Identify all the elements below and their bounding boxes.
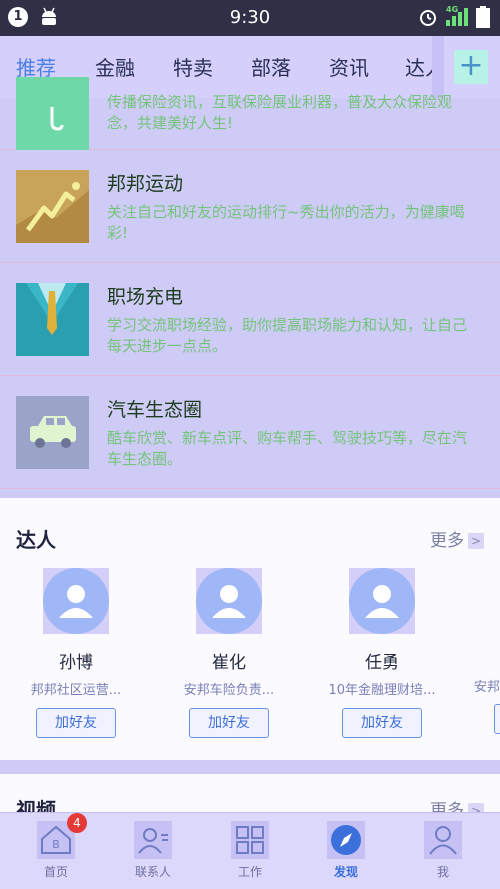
umbrella-icon xyxy=(16,77,89,150)
item-desc: 学习交流职场经验，助你提高职场能力和认知，让自己每天进步一点点。 xyxy=(107,316,468,355)
section-title: 视频 xyxy=(16,798,56,814)
running-icon xyxy=(16,170,89,243)
expert-role: 10年金融理财培... xyxy=(328,683,436,698)
grid-icon xyxy=(231,821,269,859)
list-item-insurance[interactable]: 传播保险资讯，互联保险展业利器，普及大众保险观念，共建美好人生! xyxy=(0,77,500,150)
nav-label: 发现 xyxy=(333,865,358,879)
notification-badge: 4 xyxy=(67,813,87,833)
expert-name: 任勇 xyxy=(365,653,399,673)
tab-tribe[interactable]: 部落 xyxy=(251,52,291,81)
list-item-sports[interactable]: 邦邦运动 关注自己和好友的运动排行~秀出你的活力，为健康喝彩! xyxy=(0,150,500,263)
video-section: 视频 更多 > xyxy=(0,774,500,814)
car-icon xyxy=(16,396,89,469)
add-friend-button[interactable] xyxy=(494,704,500,734)
bottom-nav: B 4 首页 联系人 工作 发现 我 xyxy=(0,812,500,889)
battery-icon xyxy=(476,6,490,28)
contacts-icon xyxy=(134,821,172,859)
chevron-right-icon: > xyxy=(468,533,484,549)
tab-finance[interactable]: 金融 xyxy=(95,52,135,81)
section-title: 达人 xyxy=(16,528,56,552)
item-title: 职场充电 xyxy=(107,286,184,308)
nav-label: 首页 xyxy=(43,865,68,879)
expert-role: 安邦车险负责... xyxy=(183,683,275,698)
expert-card[interactable]: 任勇 10年金融理财培... 加好友 xyxy=(307,568,457,738)
add-tab-button[interactable]: + xyxy=(454,50,488,84)
experts-section: 达人 更多 > 孙博 邦邦社区运营... 加好友 崔化 安邦车险负责... 加好友… xyxy=(0,498,500,760)
list-item-career[interactable]: 职场充电 学习交流职场经验，助你提高职场能力和认知，让自己每天进步一点点。 xyxy=(0,263,500,376)
suit-tie-icon xyxy=(16,283,89,356)
add-friend-button[interactable]: 加好友 xyxy=(189,708,269,738)
nav-contacts[interactable]: 联系人 xyxy=(113,821,193,880)
nav-discover[interactable]: 发现 xyxy=(306,821,386,880)
expert-card[interactable]: 崔化 安邦车险负责... 加好友 xyxy=(154,568,304,738)
nav-label: 工作 xyxy=(237,865,262,879)
nav-label: 联系人 xyxy=(134,865,171,879)
more-label: 更多 xyxy=(430,531,464,551)
expert-role: 安邦 xyxy=(474,680,500,695)
expert-name: 崔化 xyxy=(212,653,246,673)
nav-label: 我 xyxy=(436,865,449,879)
signal-icon: 4G xyxy=(446,5,468,26)
expert-role: 邦邦社区运营... xyxy=(30,683,122,698)
item-desc: 传播保险资讯，互联保险展业利器，普及大众保险观念，共建美好人生! xyxy=(107,93,453,132)
avatar xyxy=(349,568,415,634)
expert-card-partial[interactable]: 安邦 xyxy=(474,568,500,738)
tab-fade-divider xyxy=(432,36,444,98)
expert-name: 孙博 xyxy=(59,653,93,673)
network-label: 4G xyxy=(446,5,459,14)
compass-icon xyxy=(327,821,365,859)
add-friend-button[interactable]: 加好友 xyxy=(342,708,422,738)
status-bar: 1 9:30 4G xyxy=(0,0,500,36)
add-friend-button[interactable]: 加好友 xyxy=(36,708,116,738)
item-desc: 关注自己和好友的运动排行~秀出你的活力，为健康喝彩! xyxy=(107,203,465,242)
person-icon xyxy=(424,821,462,859)
svg-text:B: B xyxy=(52,838,60,851)
alarm-icon xyxy=(420,10,436,26)
tab-sale[interactable]: 特卖 xyxy=(173,52,213,81)
list-item-auto[interactable]: 汽车生态圈 酷车欣赏、新车点评、购车帮手、驾驶技巧等，尽在汽车生态圈。 xyxy=(0,376,500,489)
item-title: 汽车生态圈 xyxy=(107,399,203,421)
more-link[interactable]: 更多 > xyxy=(430,526,484,551)
nav-work[interactable]: 工作 xyxy=(210,821,290,880)
avatar xyxy=(196,568,262,634)
tab-news[interactable]: 资讯 xyxy=(329,52,369,81)
item-title: 邦邦运动 xyxy=(107,173,184,195)
tab-experts[interactable]: 达人 xyxy=(405,52,433,81)
item-desc: 酷车欣赏、新车点评、购车帮手、驾驶技巧等，尽在汽车生态圈。 xyxy=(107,429,468,468)
nav-me[interactable]: 我 xyxy=(403,821,483,880)
home-icon: B 4 xyxy=(37,813,87,859)
expert-card[interactable]: 孙博 邦邦社区运营... 加好友 xyxy=(1,568,151,738)
nav-home[interactable]: B 4 首页 xyxy=(16,813,96,880)
avatar xyxy=(43,568,109,634)
